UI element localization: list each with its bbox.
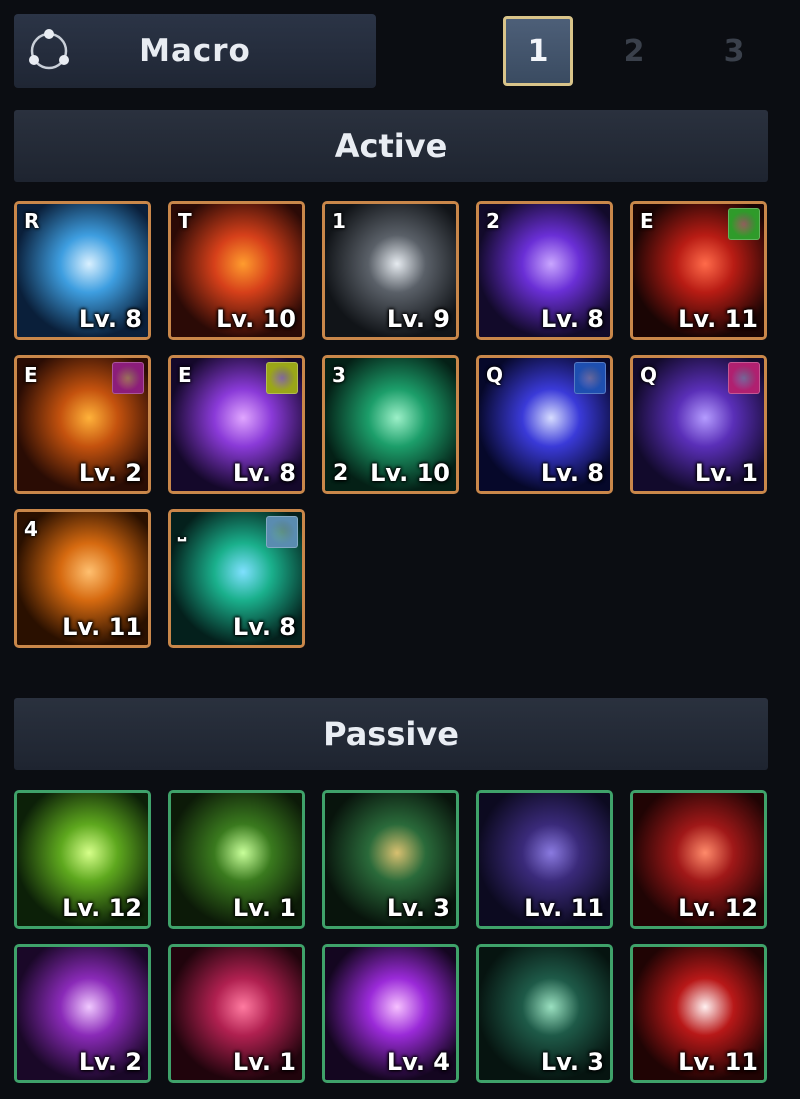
page-tabs: 1 2 3: [500, 14, 800, 88]
passive-skill-slot[interactable]: Lv. 11: [476, 790, 613, 929]
passive-skill-slot[interactable]: Lv. 4: [322, 944, 459, 1083]
linked-skill-badge-icon: [728, 362, 760, 394]
active-section-header: Active: [14, 110, 768, 182]
linked-skill-badge-icon: [266, 516, 298, 548]
skill-level: Lv. 1: [232, 1048, 296, 1076]
linked-skill-badge-icon: [112, 362, 144, 394]
active-skill-slot[interactable]: Q Lv. 8: [476, 355, 613, 494]
skill-hotkey: 4: [24, 517, 38, 541]
skill-hotkey: Q: [486, 363, 504, 387]
skill-level: Lv. 12: [678, 894, 758, 922]
skill-level: Lv. 2: [78, 459, 142, 487]
active-skill-slot[interactable]: R Lv. 8: [14, 201, 151, 340]
skill-hotkey: 1: [332, 209, 346, 233]
skill-hotkey: Q: [640, 363, 658, 387]
skill-hotkey: E: [640, 209, 654, 233]
skill-hotkey: 2: [486, 209, 500, 233]
macro-circle-icon: [14, 14, 84, 88]
active-skill-slot[interactable]: T Lv. 10: [168, 201, 305, 340]
skill-hotkey: E: [178, 363, 192, 387]
page-tab-1[interactable]: 1: [503, 16, 573, 86]
active-skill-slot[interactable]: E Lv. 11: [630, 201, 767, 340]
passive-skill-slot[interactable]: Lv. 3: [322, 790, 459, 929]
page-tab-3[interactable]: 3: [699, 16, 769, 86]
passive-skill-slot[interactable]: Lv. 12: [630, 790, 767, 929]
skill-level: Lv. 11: [524, 894, 604, 922]
active-skill-slot[interactable]: Q Lv. 1: [630, 355, 767, 494]
passive-skill-slot[interactable]: Lv. 1: [168, 790, 305, 929]
skill-hotkey: ⎵: [178, 517, 186, 541]
skill-level: Lv. 11: [678, 305, 758, 333]
active-skill-slot[interactable]: 4 Lv. 11: [14, 509, 151, 648]
skill-level: Lv. 8: [540, 305, 604, 333]
passive-skill-slot[interactable]: Lv. 12: [14, 790, 151, 929]
skill-level: Lv. 11: [62, 613, 142, 641]
skill-level: Lv. 8: [540, 459, 604, 487]
active-skill-slot[interactable]: 1 Lv. 9: [322, 201, 459, 340]
active-skill-slot[interactable]: E Lv. 8: [168, 355, 305, 494]
skill-level: Lv. 8: [78, 305, 142, 333]
skill-level: Lv. 11: [678, 1048, 758, 1076]
passive-skill-slot[interactable]: Lv. 1: [168, 944, 305, 1083]
skill-level: Lv. 3: [540, 1048, 604, 1076]
active-skill-slot[interactable]: ⎵ Lv. 8: [168, 509, 305, 648]
macro-button[interactable]: Macro: [14, 14, 376, 88]
skill-level: Lv. 1: [694, 459, 758, 487]
skill-level: Lv. 3: [386, 894, 450, 922]
linked-skill-badge-icon: [728, 208, 760, 240]
skill-level: Lv. 10: [370, 459, 450, 487]
skill-level: Lv. 12: [62, 894, 142, 922]
linked-skill-badge-icon: [266, 362, 298, 394]
skill-hotkey: 3: [332, 363, 346, 387]
passive-skill-slot[interactable]: Lv. 2: [14, 944, 151, 1083]
skill-level: Lv. 8: [232, 613, 296, 641]
active-skill-slot[interactable]: 2 Lv. 8: [476, 201, 613, 340]
skill-hotkey: E: [24, 363, 38, 387]
skill-level: Lv. 10: [216, 305, 296, 333]
skill-charge-count: 2: [333, 461, 349, 486]
passive-section-header: Passive: [14, 698, 768, 770]
skill-level: Lv. 4: [386, 1048, 450, 1076]
active-skill-slot[interactable]: E Lv. 2: [14, 355, 151, 494]
linked-skill-badge-icon: [574, 362, 606, 394]
skill-level: Lv. 9: [386, 305, 450, 333]
skill-level: Lv. 8: [232, 459, 296, 487]
page-tab-2[interactable]: 2: [599, 16, 669, 86]
active-skill-slot[interactable]: 3 2 Lv. 10: [322, 355, 459, 494]
skill-level: Lv. 1: [232, 894, 296, 922]
skill-hotkey: T: [178, 209, 192, 233]
skill-hotkey: R: [24, 209, 40, 233]
macro-label: Macro: [139, 33, 251, 69]
passive-skill-slot[interactable]: Lv. 11: [630, 944, 767, 1083]
passive-skill-slot[interactable]: Lv. 3: [476, 944, 613, 1083]
skill-level: Lv. 2: [78, 1048, 142, 1076]
